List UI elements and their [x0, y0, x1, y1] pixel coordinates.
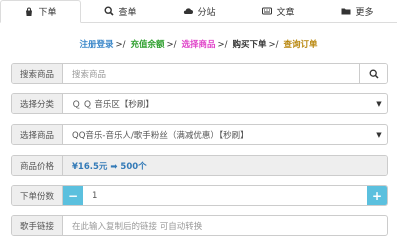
quantity-row: 下单份数 − 1 + [11, 185, 388, 206]
order-steps: 注册登录 >/ 充值余额 >/ 选择商品 >/ 购买下单 >/ 查询订单 [0, 38, 397, 50]
search-button[interactable] [359, 64, 387, 83]
cloud-icon [184, 8, 194, 14]
tab-order[interactable]: 下单 [0, 0, 81, 23]
search-label: 搜索商品 [12, 64, 63, 83]
quantity-label: 下单份数 [12, 186, 63, 205]
tab-more[interactable]: 更多 [318, 0, 397, 22]
tab-substation[interactable]: 分站 [160, 0, 239, 22]
search-row: 搜索商品 搜索商品 [11, 63, 388, 84]
step-separator: >/ [268, 40, 279, 50]
decrease-quantity-button[interactable]: − [63, 186, 83, 205]
tab-label: 下单 [38, 8, 57, 18]
step-recharge[interactable]: 充值余额 [131, 40, 165, 50]
link-row: 歌手链接 在此输入复制后的链接 可自动转换 [11, 215, 388, 236]
price-label: 商品价格 [12, 156, 63, 175]
tab-articles[interactable]: 文章 [239, 0, 318, 22]
tab-label: 查单 [118, 7, 137, 18]
chevron-down-icon[interactable]: ▼ [371, 94, 387, 113]
category-select[interactable]: Ｑ Ｑ 音乐区【秒刷】 [63, 94, 371, 113]
step-query-order[interactable]: 查询订单 [283, 40, 317, 50]
search-icon [369, 69, 379, 79]
quantity-input[interactable]: 1 [83, 186, 367, 205]
product-row: 选择商品 QQ音乐-音乐人/歌手粉丝（满减优惠）【秒刷】 ▼ [11, 124, 388, 145]
category-label: 选择分类 [12, 94, 63, 113]
step-place-order[interactable]: 购买下单 [232, 40, 266, 50]
price-row: 商品价格 ¥16.5元 ➡ 500个 [11, 155, 388, 176]
keyboard-icon [262, 7, 273, 15]
folder-icon [341, 8, 351, 15]
product-label: 选择商品 [12, 125, 63, 144]
price-value-box: ¥16.5元 ➡ 500个 [63, 156, 387, 175]
increase-quantity-button[interactable]: + [367, 186, 387, 205]
chevron-down-icon[interactable]: ▼ [371, 125, 387, 144]
singer-link-input[interactable]: 在此输入复制后的链接 可自动转换 [63, 216, 387, 235]
tab-query[interactable]: 查单 [81, 0, 160, 22]
step-select-product[interactable]: 选择商品 [181, 40, 215, 50]
search-icon [104, 6, 115, 16]
tab-label: 文章 [276, 7, 295, 18]
nav-tabs: 下单 查单 分站 文章 更多 [0, 0, 397, 23]
tab-label: 分站 [197, 7, 216, 18]
step-register-login[interactable]: 注册登录 [80, 40, 114, 50]
price-value: ¥16.5元 ➡ 500个 [72, 161, 147, 172]
link-label: 歌手链接 [12, 216, 63, 235]
tab-label: 更多 [355, 7, 374, 18]
shopping-bag-icon [26, 7, 33, 16]
step-separator: >/ [166, 40, 177, 50]
category-row: 选择分类 Ｑ Ｑ 音乐区【秒刷】 ▼ [11, 93, 388, 114]
step-separator: >/ [217, 40, 228, 50]
search-input[interactable]: 搜索商品 [63, 64, 359, 83]
step-separator: >/ [115, 40, 126, 50]
product-select[interactable]: QQ音乐-音乐人/歌手粉丝（满减优惠）【秒刷】 [63, 125, 371, 144]
